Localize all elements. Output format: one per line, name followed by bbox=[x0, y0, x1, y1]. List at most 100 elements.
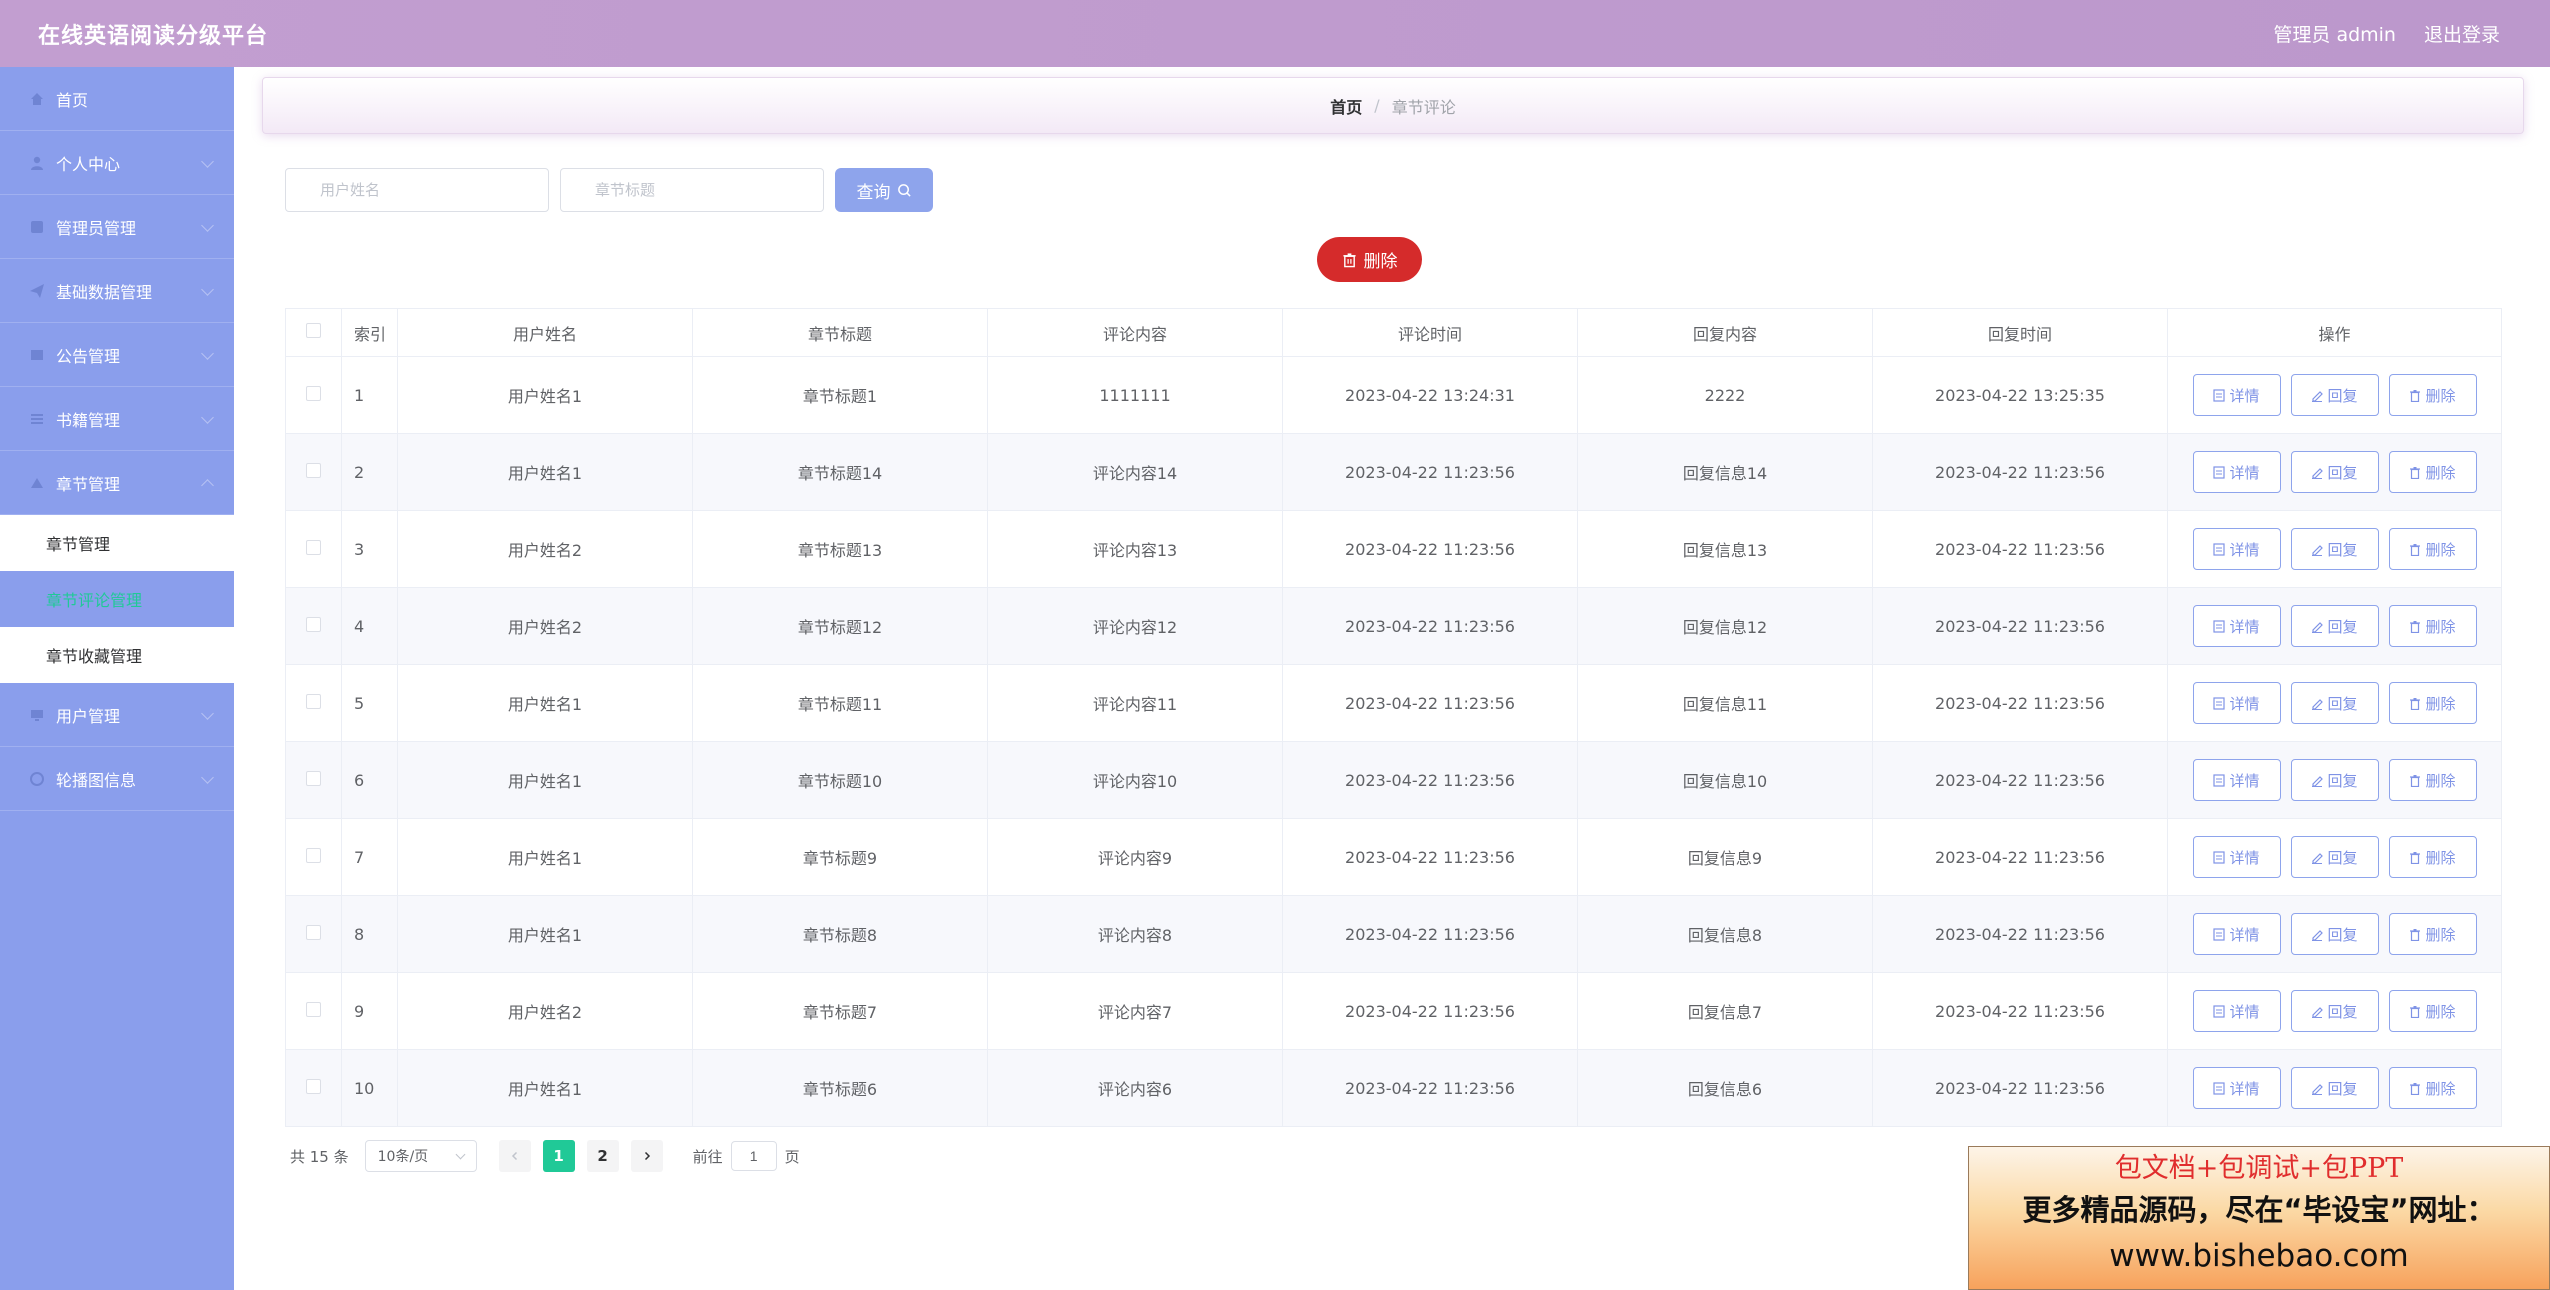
row-checkbox[interactable] bbox=[306, 1001, 321, 1017]
page-button-2[interactable]: 2 bbox=[586, 1140, 619, 1172]
reply-label: 回复 bbox=[2327, 1003, 2358, 1021]
breadcrumb-home[interactable]: 首页 bbox=[1330, 94, 1362, 118]
sidebar-subitem-chapter-management[interactable]: 章节管理 bbox=[0, 515, 234, 571]
sidebar-item-carousel[interactable]: 轮播图信息 bbox=[0, 747, 234, 811]
cell-username: 用户姓名1 bbox=[397, 433, 693, 511]
reply-button[interactable]: 回复 bbox=[2290, 990, 2379, 1032]
batch-delete-button[interactable]: 删除 bbox=[1317, 237, 1422, 282]
reply-label: 回复 bbox=[2327, 849, 2358, 867]
cell-reply: 2222 bbox=[1577, 356, 1873, 434]
sidebar-item-users[interactable]: 用户管理 bbox=[0, 683, 234, 747]
row-delete-button[interactable]: 删除 bbox=[2388, 528, 2477, 570]
detail-button[interactable]: 详情 bbox=[2192, 913, 2281, 955]
reply-button[interactable]: 回复 bbox=[2290, 913, 2379, 955]
delete-label: 删除 bbox=[2425, 618, 2456, 636]
admin-label[interactable]: 管理员 admin bbox=[2273, 20, 2396, 47]
reply-button[interactable]: 回复 bbox=[2290, 1067, 2379, 1109]
sidebar-item-home[interactable]: 首页 bbox=[0, 67, 234, 131]
row-delete-button[interactable]: 删除 bbox=[2388, 990, 2477, 1032]
reply-button[interactable]: 回复 bbox=[2290, 605, 2379, 647]
delete-label: 删除 bbox=[2425, 1003, 2456, 1021]
sidebar-item-books[interactable]: 书籍管理 bbox=[0, 387, 234, 451]
trash-icon bbox=[2410, 1005, 2421, 1018]
sidebar-subitem-chapter-comments[interactable]: 章节评论管理 bbox=[0, 571, 234, 627]
goto-suffix: 页 bbox=[784, 1147, 800, 1166]
row-delete-button[interactable]: 删除 bbox=[2388, 1067, 2477, 1109]
row-delete-button[interactable]: 删除 bbox=[2388, 836, 2477, 878]
page-size-select[interactable]: 10条/页 bbox=[364, 1140, 477, 1172]
sidebar-item-basic-data[interactable]: 基础数据管理 bbox=[0, 259, 234, 323]
reply-label: 回复 bbox=[2327, 464, 2358, 482]
sidebar-item-notice[interactable]: 公告管理 bbox=[0, 323, 234, 387]
reply-button[interactable]: 回复 bbox=[2290, 759, 2379, 801]
trash-icon bbox=[2410, 928, 2421, 941]
row-delete-button[interactable]: 删除 bbox=[2388, 682, 2477, 724]
detail-label: 详情 bbox=[2229, 1003, 2260, 1021]
goto-prefix: 前往 bbox=[692, 1147, 723, 1166]
cell-username: 用户姓名1 bbox=[397, 895, 693, 973]
next-page-button[interactable] bbox=[630, 1140, 663, 1172]
cell-chapter: 章节标题14 bbox=[692, 433, 988, 511]
row-checkbox[interactable] bbox=[306, 385, 321, 401]
sidebar-subitem-chapter-favorites[interactable]: 章节收藏管理 bbox=[0, 627, 234, 683]
username-search-input[interactable] bbox=[285, 168, 549, 212]
reply-button[interactable]: 回复 bbox=[2290, 374, 2379, 416]
delete-label: 删除 bbox=[2425, 541, 2456, 559]
detail-button[interactable]: 详情 bbox=[2192, 528, 2281, 570]
detail-button[interactable]: 详情 bbox=[2192, 1067, 2281, 1109]
goto-page-input[interactable] bbox=[730, 1141, 777, 1171]
table-row: 3 用户姓名2 章节标题13 评论内容13 2023-04-22 11:23:56 回复信… bbox=[285, 510, 2502, 588]
sidebar-item-personal-center[interactable]: 个人中心 bbox=[0, 131, 234, 195]
detail-label: 详情 bbox=[2229, 464, 2260, 482]
reply-button[interactable]: 回复 bbox=[2290, 682, 2379, 724]
cell-comment: 评论内容7 bbox=[987, 972, 1283, 1050]
row-delete-button[interactable]: 删除 bbox=[2388, 605, 2477, 647]
row-delete-button[interactable]: 删除 bbox=[2388, 374, 2477, 416]
query-button[interactable]: 查询 bbox=[835, 168, 933, 212]
row-delete-button[interactable]: 删除 bbox=[2388, 759, 2477, 801]
row-checkbox[interactable] bbox=[306, 462, 321, 478]
reply-label: 回复 bbox=[2327, 772, 2358, 790]
row-checkbox[interactable] bbox=[306, 1078, 321, 1094]
ad-banner[interactable]: 包文档+包调试+包PPT 更多精品源码，尽在“毕设宝”网址： www.bishe… bbox=[1968, 1146, 2550, 1290]
detail-button[interactable]: 详情 bbox=[2192, 605, 2281, 647]
row-checkbox[interactable] bbox=[306, 770, 321, 786]
detail-button[interactable]: 详情 bbox=[2192, 682, 2281, 724]
cell-index: 7 bbox=[341, 818, 398, 896]
select-all-checkbox[interactable] bbox=[306, 323, 321, 338]
table-row: 8 用户姓名1 章节标题8 评论内容8 2023-04-22 11:23:56 回复信息8… bbox=[285, 895, 2502, 973]
cell-chapter: 章节标题7 bbox=[692, 972, 988, 1050]
sidebar-item-admin-management[interactable]: 管理员管理 bbox=[0, 195, 234, 259]
chapter-search-input[interactable] bbox=[560, 168, 824, 212]
query-button-label: 查询 bbox=[856, 182, 891, 202]
row-checkbox[interactable] bbox=[306, 616, 321, 632]
cell-comment-time: 2023-04-22 11:23:56 bbox=[1282, 741, 1578, 819]
cell-comment: 评论内容8 bbox=[987, 895, 1283, 973]
logout-link[interactable]: 退出登录 bbox=[2424, 20, 2500, 47]
edit-icon bbox=[2312, 390, 2324, 402]
page-button-1[interactable]: 1 bbox=[542, 1140, 575, 1172]
edit-icon bbox=[2312, 621, 2324, 633]
document-icon bbox=[2213, 619, 2226, 633]
sidebar-item-chapters[interactable]: 章节管理 bbox=[0, 451, 234, 515]
detail-button[interactable]: 详情 bbox=[2192, 990, 2281, 1032]
reply-button[interactable]: 回复 bbox=[2290, 451, 2379, 493]
detail-button[interactable]: 详情 bbox=[2192, 451, 2281, 493]
reply-button[interactable]: 回复 bbox=[2290, 528, 2379, 570]
detail-button[interactable]: 详情 bbox=[2192, 836, 2281, 878]
row-checkbox[interactable] bbox=[306, 693, 321, 709]
ad-line-3: www.bishebao.com bbox=[2109, 1238, 2409, 1274]
row-delete-button[interactable]: 删除 bbox=[2388, 913, 2477, 955]
detail-button[interactable]: 详情 bbox=[2192, 374, 2281, 416]
table-row: 7 用户姓名1 章节标题9 评论内容9 2023-04-22 11:23:56 回复信息9… bbox=[285, 818, 2502, 896]
cell-reply: 回复信息12 bbox=[1577, 587, 1873, 665]
detail-button[interactable]: 详情 bbox=[2192, 759, 2281, 801]
row-checkbox[interactable] bbox=[306, 847, 321, 863]
chevron-down-icon bbox=[201, 411, 214, 424]
row-checkbox[interactable] bbox=[306, 924, 321, 940]
row-checkbox[interactable] bbox=[306, 539, 321, 555]
row-delete-button[interactable]: 删除 bbox=[2388, 451, 2477, 493]
row-select-cell bbox=[285, 741, 342, 819]
prev-page-button[interactable] bbox=[498, 1140, 531, 1172]
reply-button[interactable]: 回复 bbox=[2290, 836, 2379, 878]
